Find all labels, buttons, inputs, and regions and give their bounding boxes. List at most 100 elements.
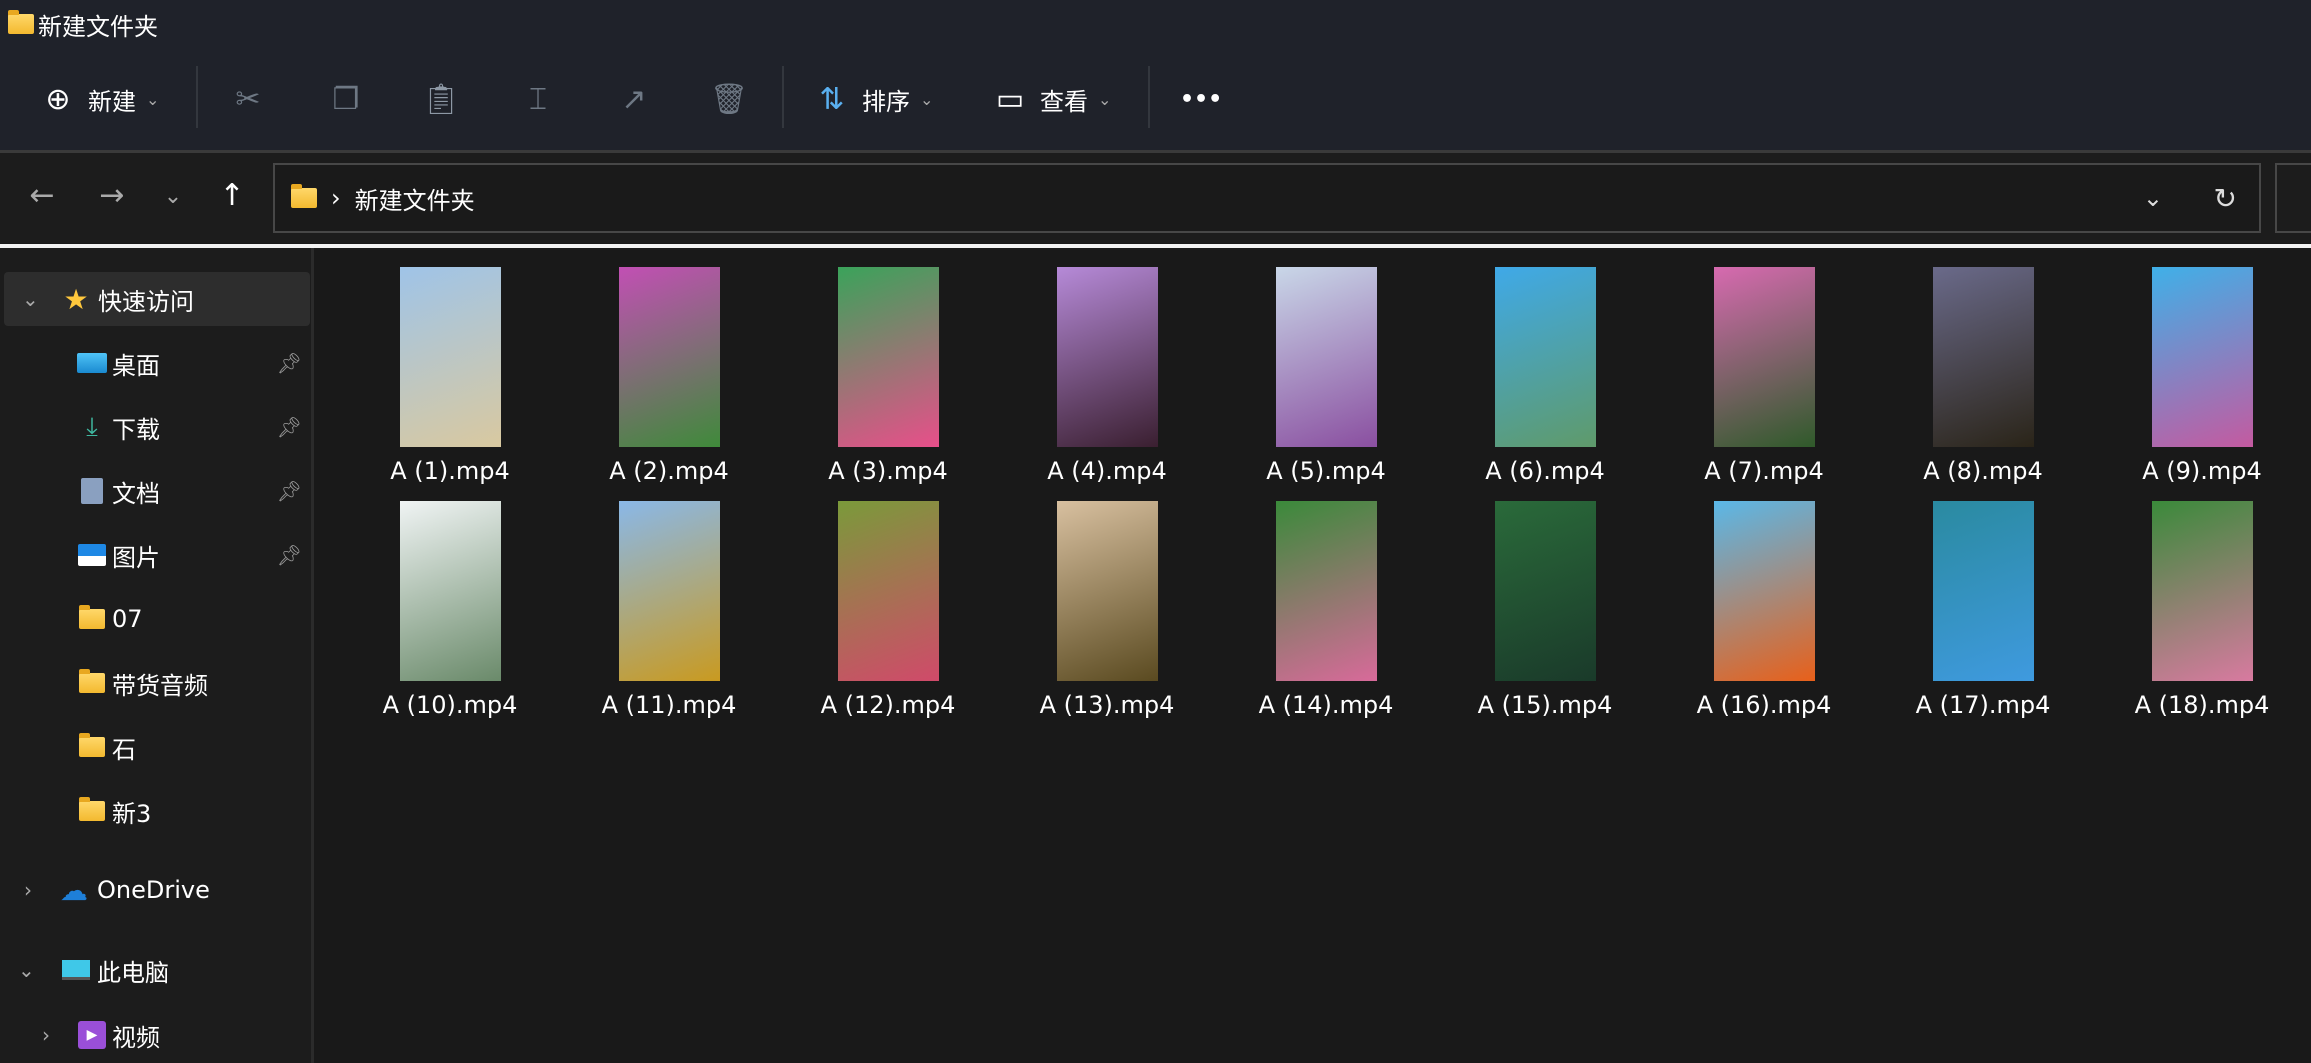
video-thumbnail[interactable] [619, 501, 720, 681]
video-thumbnail[interactable] [400, 267, 501, 447]
sidebar-item-this-pc[interactable]: ⌄ 此电脑 [0, 943, 312, 997]
video-thumbnail[interactable] [1933, 267, 2034, 447]
pin-icon[interactable]: 📌︎ [277, 415, 302, 439]
rename-icon[interactable]: ⌶ [518, 82, 558, 117]
video-thumbnail[interactable] [1495, 501, 1596, 681]
recent-locations-button[interactable]: ⌄ [153, 184, 193, 209]
divider [0, 244, 2311, 248]
divider [782, 66, 784, 128]
sidebar-item[interactable]: 新3 [0, 784, 312, 838]
sidebar-item-videos[interactable]: › ▶ 视频 [0, 1008, 312, 1062]
file-name[interactable]: A (6).mp4 [1440, 457, 1650, 485]
pin-icon[interactable]: 📌︎ [277, 543, 302, 567]
video-thumbnail[interactable] [619, 267, 720, 447]
video-thumbnail[interactable] [1933, 501, 2034, 681]
sidebar-item[interactable]: ⤓ 下载 📌︎ [0, 400, 312, 454]
folder-icon [76, 605, 108, 633]
desktop-icon [76, 349, 108, 377]
video-thumbnail[interactable] [1714, 267, 1815, 447]
breadcrumb-separator: › [331, 184, 341, 212]
chevron-down-icon: ⌄ [146, 89, 160, 109]
more-button[interactable]: ••• [1180, 66, 1222, 132]
file-name[interactable]: A (1).mp4 [345, 457, 555, 485]
sidebar-item-label: 此电脑 [97, 958, 169, 987]
folder-icon [76, 669, 108, 697]
star-icon: ★ [63, 282, 89, 316]
video-thumbnail[interactable] [1057, 267, 1158, 447]
file-name[interactable]: A (13).mp4 [1002, 691, 1212, 719]
sidebar-item[interactable]: 07 [0, 592, 312, 646]
video-thumbnail[interactable] [2152, 267, 2253, 447]
window-title-text: 新建文件夹 [38, 12, 158, 41]
share-icon[interactable]: ↗ [614, 82, 654, 117]
chevron-right-icon[interactable]: › [42, 1023, 50, 1047]
divider [1148, 66, 1150, 128]
file-name[interactable]: A (10).mp4 [345, 691, 555, 719]
chevron-down-icon[interactable]: ⌄ [2143, 184, 2163, 212]
sidebar-item-label: 文档 [112, 479, 160, 508]
sidebar-item-quick-access[interactable]: ⌄ ★ 快速访问 [4, 272, 310, 326]
sidebar-item[interactable]: 文档 📌︎ [0, 464, 312, 518]
video-thumbnail[interactable] [1714, 501, 1815, 681]
copy-icon[interactable]: ❐ [326, 82, 366, 117]
video-thumbnail[interactable] [838, 267, 939, 447]
video-thumbnail[interactable] [1276, 267, 1377, 447]
pin-icon[interactable]: 📌︎ [277, 351, 302, 375]
file-name[interactable]: A (14).mp4 [1221, 691, 1431, 719]
folder-icon [76, 797, 108, 825]
back-button[interactable]: ← [22, 178, 62, 213]
up-button[interactable]: ↑ [212, 178, 252, 213]
divider [196, 66, 198, 128]
file-name[interactable]: A (17).mp4 [1878, 691, 2088, 719]
file-name[interactable]: A (11).mp4 [564, 691, 774, 719]
sidebar-item-label: 新3 [112, 799, 152, 828]
file-name[interactable]: A (8).mp4 [1878, 457, 2088, 485]
file-name[interactable]: A (15).mp4 [1440, 691, 1650, 719]
documents-icon [76, 477, 108, 505]
new-button[interactable]: ⊕ 新建 ⌄ [38, 66, 159, 132]
file-name[interactable]: A (9).mp4 [2097, 457, 2307, 485]
sidebar-item-label: 图片 [112, 543, 160, 572]
sidebar-item[interactable]: 带货音频 [0, 656, 312, 710]
videos-icon: ▶ [76, 1021, 108, 1049]
video-thumbnail[interactable] [2152, 501, 2253, 681]
sidebar-item-label: 桌面 [112, 351, 160, 380]
chevron-down-icon: ⌄ [920, 89, 934, 109]
video-thumbnail[interactable] [838, 501, 939, 681]
sort-button[interactable]: ⇅ 排序 ⌄ [812, 66, 933, 132]
file-name[interactable]: A (16).mp4 [1659, 691, 1869, 719]
plus-circle-icon: ⊕ [45, 81, 71, 117]
chevron-right-icon[interactable]: › [24, 878, 32, 902]
chevron-down-icon[interactable]: ⌄ [22, 287, 39, 311]
sidebar-item[interactable]: 图片 📌︎ [0, 528, 312, 582]
delete-icon[interactable]: 🗑︎ [709, 82, 749, 117]
file-name[interactable]: A (5).mp4 [1221, 457, 1431, 485]
cloud-icon: ☁ [60, 873, 88, 907]
file-name[interactable]: A (4).mp4 [1002, 457, 1212, 485]
pin-icon[interactable]: 📌︎ [277, 479, 302, 503]
file-name[interactable]: A (12).mp4 [783, 691, 993, 719]
cut-icon[interactable]: ✂ [228, 82, 268, 117]
video-thumbnail[interactable] [1276, 501, 1377, 681]
navigation-pane[interactable]: ⌄ ★ 快速访问 桌面 📌︎ ⤓ 下载 📌︎ 文档 📌︎ 图片 📌︎ 07 带货音频石新3 › ☁ … [0, 248, 314, 1063]
sidebar-item-label: OneDrive [97, 876, 210, 904]
chevron-down-icon[interactable]: ⌄ [18, 958, 35, 982]
file-name[interactable]: A (3).mp4 [783, 457, 993, 485]
file-name[interactable]: A (7).mp4 [1659, 457, 1869, 485]
address-bar[interactable]: › 新建文件夹 ⌄ ↻ [273, 163, 2261, 233]
refresh-icon[interactable]: ↻ [2214, 182, 2237, 215]
file-name[interactable]: A (2).mp4 [564, 457, 774, 485]
view-button[interactable]: ▭ 查看 ⌄ [990, 66, 1112, 132]
sidebar-item[interactable]: 石 [0, 720, 312, 774]
video-thumbnail[interactable] [1495, 267, 1596, 447]
paste-icon[interactable]: 📋︎ [421, 82, 461, 117]
video-thumbnail[interactable] [400, 501, 501, 681]
breadcrumb-item[interactable]: 新建文件夹 [355, 181, 475, 216]
view-icon: ▭ [995, 81, 1025, 117]
sidebar-item-onedrive[interactable]: › ☁ OneDrive [0, 863, 312, 917]
search-input[interactable] [2275, 163, 2311, 233]
sidebar-item[interactable]: 桌面 📌︎ [0, 336, 312, 390]
video-thumbnail[interactable] [1057, 501, 1158, 681]
file-name[interactable]: A (18).mp4 [2097, 691, 2307, 719]
forward-button[interactable]: → [92, 178, 132, 213]
